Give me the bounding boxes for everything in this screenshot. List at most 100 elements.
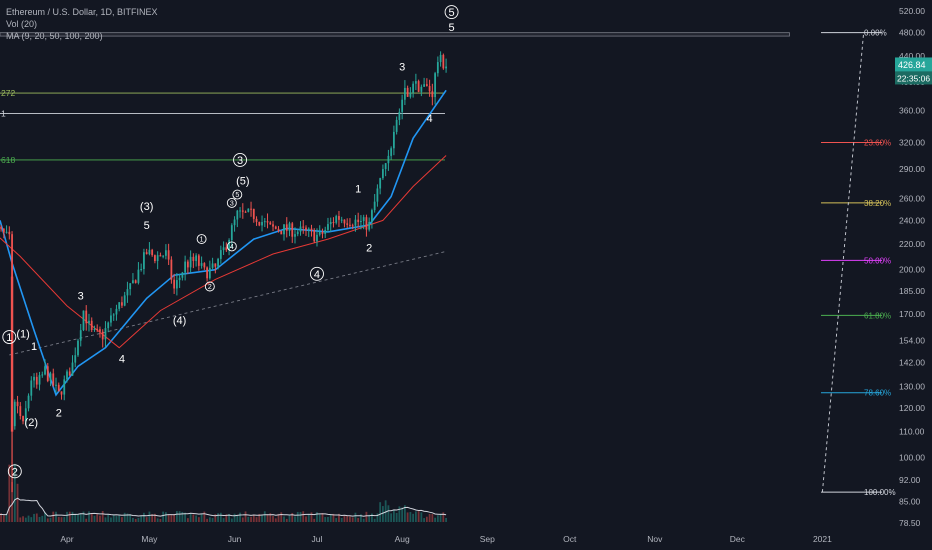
y-tick-label: 480.00 — [899, 28, 925, 38]
candle-body — [324, 229, 327, 234]
candle-body — [140, 268, 143, 270]
candle-body — [252, 208, 255, 219]
volume-bar — [239, 512, 241, 522]
candle-body — [189, 256, 192, 268]
volume-bar — [24, 517, 27, 522]
fib-level-label: 23.60% — [864, 138, 891, 147]
price-badges: 426.84 22:35:06 — [895, 57, 932, 85]
candle-body — [30, 380, 33, 396]
candle-body — [225, 247, 228, 251]
volume-bar — [162, 511, 165, 522]
volume-bar — [85, 518, 88, 522]
wave-label: (4) — [173, 315, 186, 327]
wave-label: (5) — [236, 176, 249, 188]
volume-bar — [351, 517, 354, 522]
candle-body — [354, 219, 357, 226]
volume-bar — [283, 516, 285, 522]
candle-body — [93, 328, 96, 331]
volume-bar — [299, 512, 302, 522]
volume-bar — [57, 517, 60, 522]
volume-bar — [79, 513, 82, 522]
candle-body — [239, 210, 241, 212]
candle-body — [387, 155, 390, 164]
x-tick-label: 2021 — [813, 534, 832, 544]
candle-body — [173, 279, 176, 289]
x-tick-label: May — [141, 534, 158, 544]
symbol-title[interactable]: Ethereum / U.S. Dollar, 1D, BITFINEX — [6, 6, 158, 18]
volume-bar — [395, 512, 398, 522]
y-tick-label: 320.00 — [899, 137, 925, 147]
volume-bar — [217, 513, 219, 522]
volume-bar — [55, 511, 57, 522]
wave-label: (1) — [16, 329, 29, 341]
volume-bar — [90, 513, 93, 522]
ma-indicator-label[interactable]: MA (9, 20, 50, 100, 200) — [6, 30, 158, 42]
candle-body — [241, 210, 244, 212]
y-tick-label: 154.00 — [899, 336, 925, 346]
candle-body — [434, 73, 436, 98]
volume-bar — [423, 518, 426, 522]
volume-bar — [414, 511, 417, 522]
x-tick-label: Jun — [228, 534, 242, 544]
volume-bar — [250, 516, 252, 522]
candle-body — [285, 224, 288, 231]
candle-body — [151, 249, 154, 256]
candle-body — [211, 263, 214, 268]
candle-body — [41, 374, 44, 376]
candle-body — [137, 269, 140, 283]
candle-body — [184, 261, 187, 273]
volume-bar — [272, 515, 274, 522]
candle-body — [236, 210, 239, 220]
volume-bar — [247, 516, 250, 522]
volume-bar — [66, 511, 68, 522]
volume-bar — [63, 517, 66, 522]
volume-bar — [148, 511, 151, 522]
candle-body — [38, 375, 41, 385]
volume-bar — [255, 517, 258, 522]
volume-bar — [123, 512, 126, 522]
candle-body — [52, 373, 55, 386]
candle-body — [195, 255, 198, 261]
candle-body — [439, 54, 442, 63]
wave-label: 2 — [56, 408, 62, 420]
candle-body — [2, 228, 5, 233]
wave-label: 3 — [399, 61, 405, 73]
volume-bar — [68, 511, 71, 522]
candle-body — [414, 81, 417, 84]
volume-bar — [132, 517, 134, 522]
volume-bar — [392, 509, 395, 522]
candle-body — [129, 283, 132, 290]
candle-body — [35, 376, 38, 385]
candle-body — [409, 92, 412, 97]
y-tick-label: 85.00 — [899, 496, 921, 506]
wave-label: 3 — [237, 155, 243, 167]
candle-body — [305, 227, 307, 231]
candle-body — [310, 228, 313, 231]
volume-bar — [445, 517, 447, 522]
candle-body — [112, 314, 115, 316]
volume-bar — [156, 518, 159, 522]
candle-body — [327, 224, 329, 230]
wave-label: 4 — [427, 113, 433, 125]
candle-body — [390, 148, 393, 156]
volume-bar — [373, 518, 376, 522]
wave-label: 5 — [235, 192, 239, 199]
volume-bar — [244, 511, 247, 522]
candle-body — [296, 231, 299, 235]
volume-bar — [274, 518, 277, 522]
x-tick-label: Dec — [730, 534, 746, 544]
candle-body — [0, 227, 2, 229]
x-tick-label: Sep — [480, 534, 495, 544]
price-chart[interactable]: 2721618 (1)11(2)2234(3)51(4)2354(5)34123… — [0, 0, 932, 550]
volume-bar — [409, 512, 412, 522]
volume-bar — [88, 511, 90, 522]
candle-body — [63, 379, 66, 395]
volume-bar — [52, 511, 55, 522]
volume-indicator-label[interactable]: Vol (20) — [6, 18, 158, 30]
volume-bar — [46, 518, 49, 522]
volume-bar — [431, 514, 434, 522]
wave-label: 3 — [230, 200, 234, 207]
candle-body — [379, 178, 382, 189]
candle-body — [186, 261, 189, 268]
fib-level-label: 100.00% — [864, 488, 896, 497]
